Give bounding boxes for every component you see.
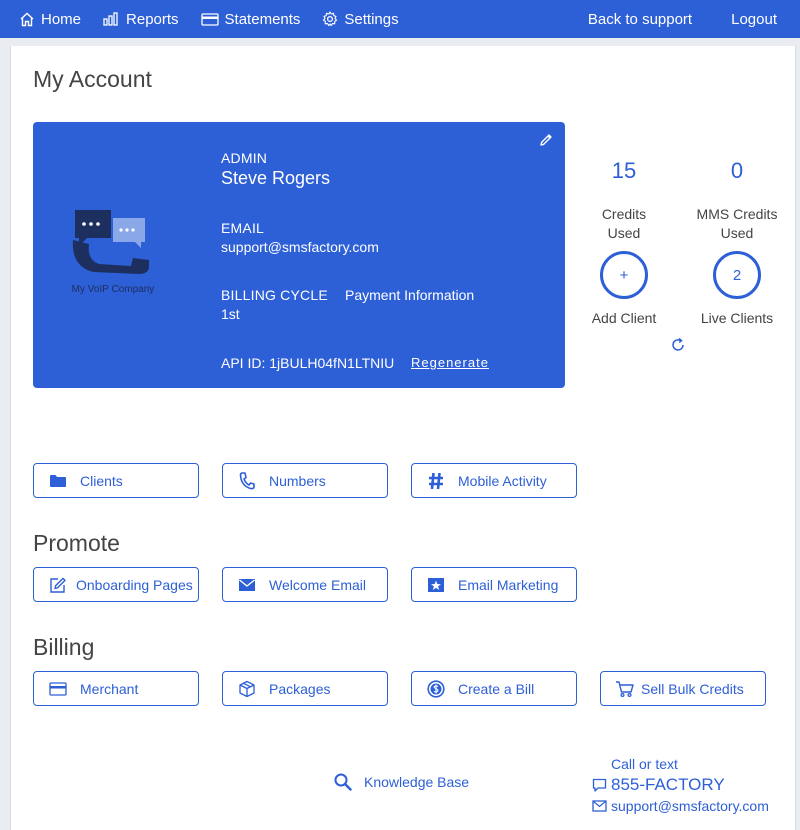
nav-reports-label: Reports [126,10,179,28]
email-label: EMAIL [221,220,265,236]
knowledge-base-label: Knowledge Base [364,774,470,790]
packages-button-label: Packages [269,680,331,697]
dollar-circle-icon [426,679,446,699]
numbers-button[interactable]: Numbers [222,463,388,498]
billing-cycle-value: 1st [221,306,240,322]
account-card: My VoIP Company ADMIN Steve Rogers EMAIL… [33,122,565,388]
credit-card-icon [200,12,219,26]
live-clients-circle: 2 [713,251,761,299]
clients-button-label: Clients [80,472,123,489]
bar-chart-icon [103,12,118,26]
account-name: Steve Rogers [221,168,331,188]
regenerate-link[interactable]: Regenerate [411,355,489,370]
support-phone-link[interactable]: 855-FACTORY [592,775,725,795]
welcome-email-button-label: Welcome Email [269,576,366,593]
merchant-button-label: Merchant [80,680,139,697]
page-title: My Account [33,66,152,92]
folder-icon [48,471,68,491]
onboarding-pages-button[interactable]: Onboarding Pages [33,567,199,602]
main-panel: My Account My VoIP Company ADMIN Steve R… [10,46,796,830]
mms-credits-label: MMS Credits Used [696,206,778,241]
support-phone: 855-FACTORY [611,775,725,794]
phone-icon [237,471,257,491]
credits-used-value: 15 [611,158,637,183]
knowledge-base-link[interactable]: Knowledge Base [334,773,469,791]
credit-card-icon [48,679,68,699]
mobile-activity-button-label: Mobile Activity [458,472,547,489]
role-label: ADMIN [221,150,268,166]
nav-statements-label: Statements [224,10,301,28]
welcome-email-button[interactable]: Welcome Email [222,567,388,602]
logo-caption: My VoIP Company [71,284,155,295]
onboarding-pages-button-label: Onboarding Pages [76,576,193,593]
edit-square-icon [48,575,68,595]
chat-bubble-icon [592,778,607,792]
credits-used-label: Credits Used [601,206,647,241]
gear-icon [323,11,338,27]
packages-button[interactable]: Packages [222,671,388,706]
support-email: support@smsfactory.com [611,798,769,814]
nav-home-label: Home [41,10,82,28]
pencil-icon[interactable] [538,132,554,148]
mail-star-icon [426,575,446,595]
plus-icon: + [619,266,629,284]
refresh-icon[interactable] [669,336,687,354]
nav-home[interactable]: Home [19,11,81,28]
nav-right: Back to support Logout [588,0,777,38]
live-clients-label: Live Clients [700,310,774,326]
live-clients-value: 2 [732,266,742,284]
nav-reports[interactable]: Reports [103,11,179,28]
mobile-activity-button[interactable]: Mobile Activity [411,463,577,498]
billing-cycle-label: BILLING CYCLE [221,287,328,303]
api-id: API ID: 1jBULH04fN1LTNIU [221,355,395,371]
call-or-text-label: Call or text [611,756,678,772]
envelope-icon [237,575,257,595]
company-logo [72,210,149,274]
clients-button[interactable]: Clients [33,463,199,498]
support-email-link[interactable]: support@smsfactory.com [592,798,769,814]
sell-bulk-credits-button[interactable]: Sell Bulk Credits [600,671,766,706]
promote-section-title: Promote [33,530,120,556]
nav-settings-label: Settings [344,10,399,28]
create-bill-button[interactable]: Create a Bill [411,671,577,706]
search-icon [334,773,352,791]
account-email: support@smsfactory.com [221,239,379,255]
cart-icon [615,679,635,699]
hashtag-icon [426,471,446,491]
payment-information-link[interactable]: Payment Information [345,287,474,303]
nav-left: Home Reports Statements Settings [19,0,399,38]
mms-credits-value: 0 [730,158,744,183]
home-icon [20,12,34,26]
add-client-button[interactable]: + [600,251,648,299]
nav-back-to-support[interactable]: Back to support [588,11,692,28]
nav-statements[interactable]: Statements [200,10,301,28]
billing-section-title: Billing [33,634,95,660]
merchant-button[interactable]: Merchant [33,671,199,706]
add-client-label: Add Client [591,310,657,326]
email-marketing-button-label: Email Marketing [458,576,559,593]
sell-bulk-credits-button-label: Sell Bulk Credits [641,680,744,697]
email-marketing-button[interactable]: Email Marketing [411,567,577,602]
box-icon [237,679,257,699]
nav-logout[interactable]: Logout [731,11,777,28]
envelope-icon [592,800,607,812]
create-bill-button-label: Create a Bill [458,680,535,697]
numbers-button-label: Numbers [269,472,326,489]
nav-settings[interactable]: Settings [322,10,399,28]
top-nav: Home Reports Statements Settings Back to… [0,0,800,38]
